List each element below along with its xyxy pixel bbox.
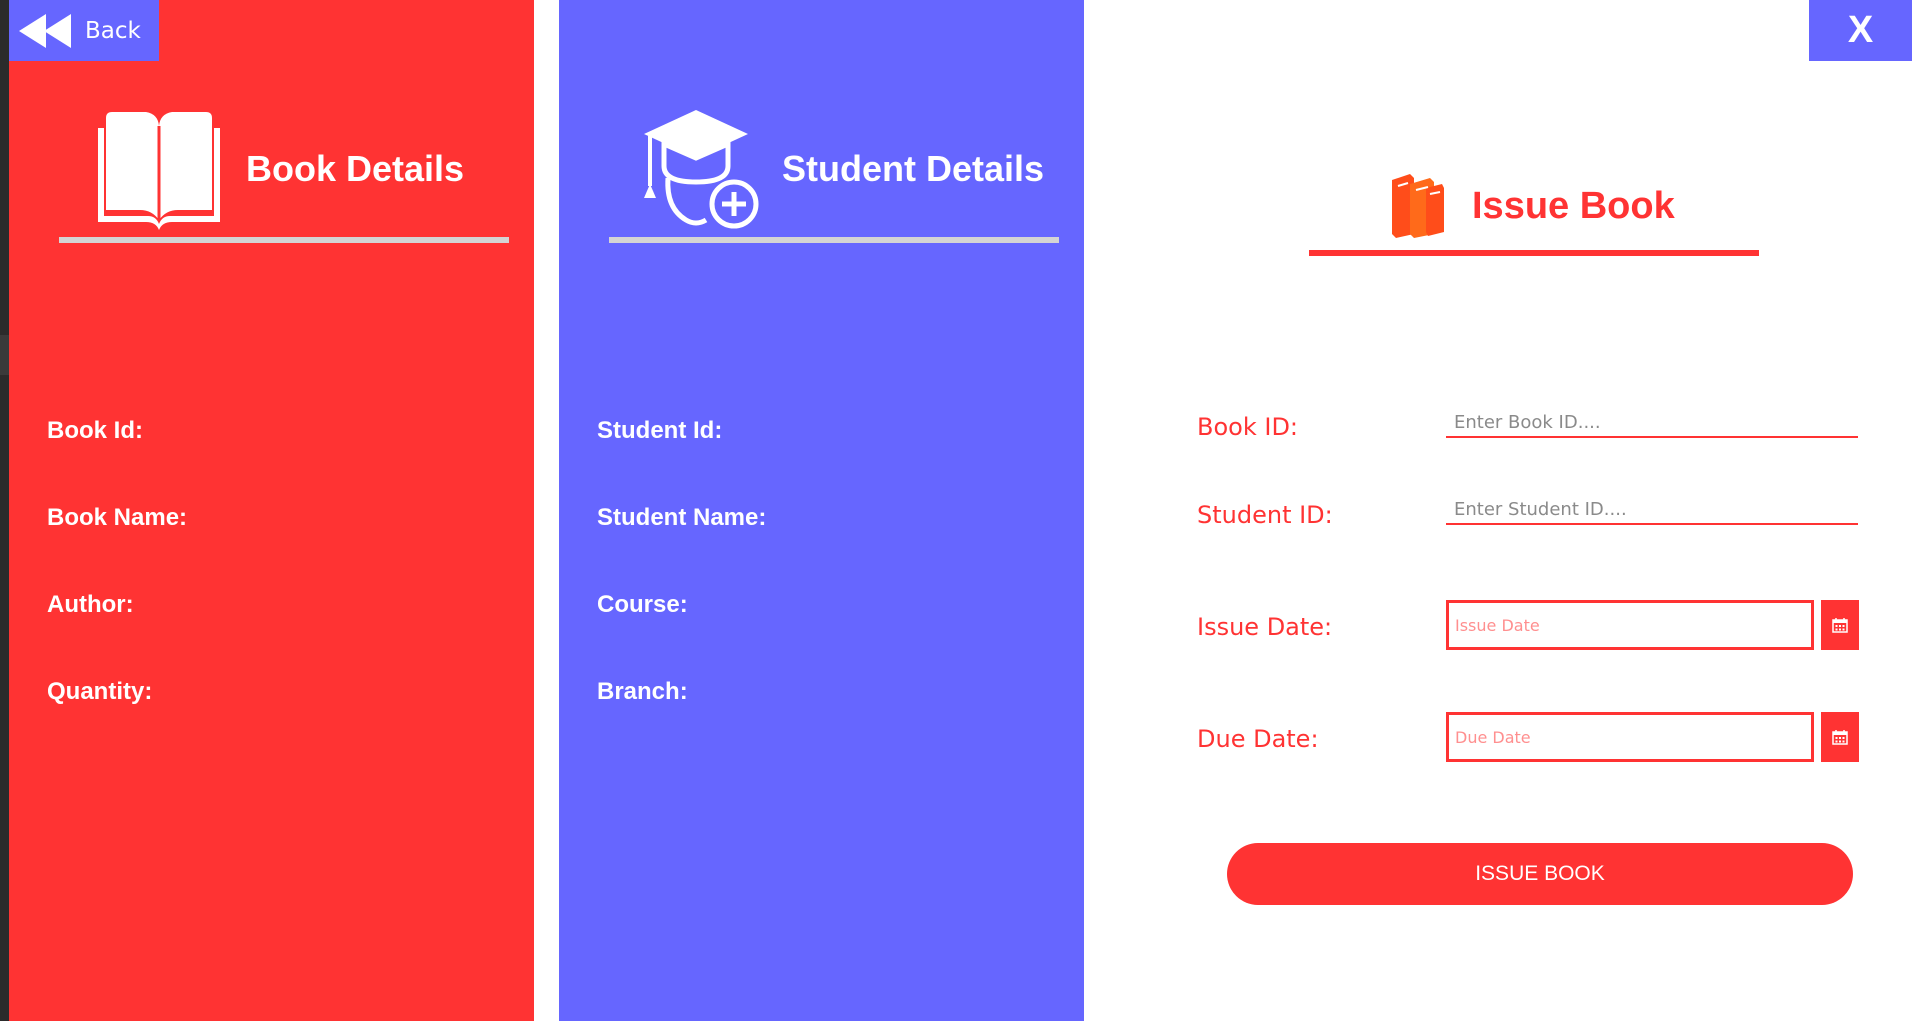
issue-date-calendar-button[interactable] <box>1821 600 1859 650</box>
book-id-input[interactable] <box>1446 408 1858 438</box>
student-name-label: Student Name: <box>597 504 767 531</box>
issue-student-id-label: Student ID: <box>1197 501 1333 529</box>
issue-book-window: Back Book Details Book Id: Book Name: Au… <box>0 0 1912 1021</box>
student-details-header: Student Details <box>636 108 1044 230</box>
due-date-input[interactable] <box>1446 712 1814 762</box>
issue-book-id-label: Book ID: <box>1197 413 1299 441</box>
due-date-label: Due Date: <box>1197 725 1319 753</box>
issue-date-label: Issue Date: <box>1197 613 1333 641</box>
issue-book-divider <box>1309 250 1759 256</box>
window-edge <box>0 0 9 1021</box>
book-details-title: Book Details <box>246 148 465 189</box>
window-edge-marker <box>0 335 9 375</box>
calendar-icon <box>1832 730 1848 745</box>
due-date-calendar-button[interactable] <box>1821 712 1859 762</box>
student-id-label: Student Id: <box>597 417 723 444</box>
close-label: X <box>1847 9 1874 51</box>
calendar-icon <box>1832 618 1848 633</box>
student-details-title: Student Details <box>782 148 1045 189</box>
author-label: Author: <box>47 591 134 618</box>
issue-book-header: Issue Book <box>1386 172 1675 240</box>
close-button[interactable]: X <box>1809 0 1912 61</box>
branch-label: Branch: <box>597 678 688 705</box>
book-details-divider <box>59 237 509 243</box>
student-details-divider <box>609 237 1059 243</box>
student-id-input[interactable] <box>1446 495 1858 525</box>
issue-book-button[interactable]: ISSUE BOOK <box>1227 843 1853 905</box>
back-label: Back <box>85 17 141 44</box>
back-button[interactable]: Back <box>9 0 159 61</box>
book-name-label: Book Name: <box>47 504 188 531</box>
graduate-add-icon <box>644 110 759 229</box>
rewind-icon <box>19 13 71 48</box>
course-label: Course: <box>597 591 688 618</box>
issue-book-button-label: ISSUE BOOK <box>1475 862 1605 885</box>
issue-book-title: Issue Book <box>1472 184 1675 227</box>
issue-date-input[interactable] <box>1446 600 1814 650</box>
book-id-label: Book Id: <box>47 417 143 444</box>
books-icon <box>1392 174 1444 238</box>
book-details-header: Book Details <box>96 108 464 230</box>
quantity-label: Quantity: <box>47 678 153 705</box>
open-book-icon <box>98 112 220 230</box>
